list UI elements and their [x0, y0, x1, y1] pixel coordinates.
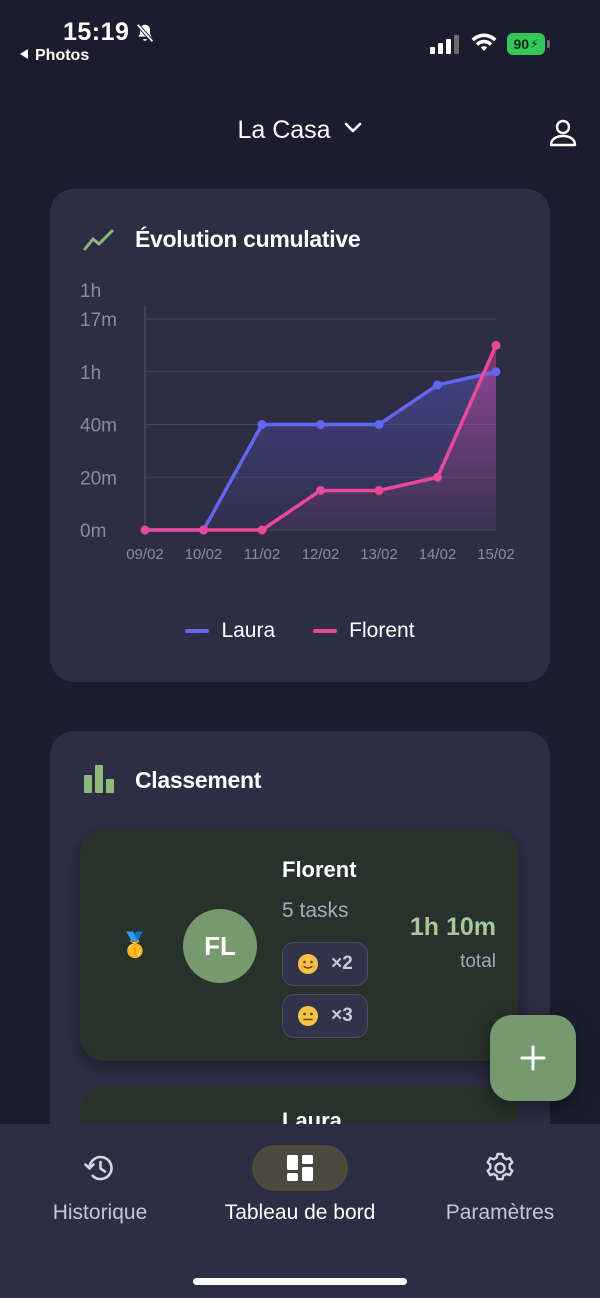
legend-item-laura: Laura — [185, 619, 275, 643]
household-title: La Casa — [237, 116, 331, 144]
avatar-initials: FL — [204, 930, 236, 961]
gold-medal-icon: 🥇 — [120, 932, 150, 959]
x-tick-label: 09/02 — [126, 546, 164, 563]
data-point-florent — [257, 525, 267, 535]
ranking-card-title: Classement — [135, 767, 262, 793]
back-label: Photos — [35, 47, 90, 64]
battery-icon: 90 ⚡ — [507, 33, 551, 55]
home-indicator — [193, 1278, 407, 1285]
nav-item-settings[interactable]: Paramètres — [400, 1124, 600, 1244]
nav-label-dashboard: Tableau de bord — [224, 1201, 376, 1224]
chart-legend: Laura Florent — [50, 619, 550, 643]
avatar: FL — [183, 909, 257, 983]
x-tick-label: 11/02 — [244, 546, 280, 563]
legend-item-florent: Florent — [313, 619, 415, 643]
household-selector[interactable]: La Casa — [0, 116, 600, 145]
settings-icon — [486, 1152, 514, 1181]
ranking-task-count: 5 tasks — [282, 899, 349, 922]
data-point-florent — [199, 525, 208, 535]
y-tick-label: 0m — [80, 521, 106, 542]
nav-label-settings: Paramètres — [445, 1201, 555, 1224]
data-point-florent — [491, 340, 501, 350]
nav-item-history[interactable]: Historique — [0, 1124, 200, 1244]
data-point-florent — [433, 472, 442, 482]
chevron-down-icon — [344, 122, 361, 133]
data-point-florent — [316, 485, 325, 495]
data-point-laura — [257, 420, 267, 429]
signal-icon — [430, 35, 459, 54]
data-point-florent — [140, 525, 150, 535]
data-point-laura — [374, 420, 384, 429]
data-point-laura — [316, 420, 325, 429]
ranking-total-time: 1h 10m — [409, 913, 496, 941]
plus-icon — [520, 1045, 546, 1071]
bottom-nav: Historique Tableau de bord Paramètres — [0, 1124, 600, 1298]
mood-count-neutral: ×3 — [331, 1005, 353, 1026]
cumulative-chart-card: Évolution cumulative 0m 20m 40m 1h 1h 17m 09/… — [50, 189, 550, 682]
y-tick-label: 20m — [80, 468, 117, 489]
bar-chart-icon — [84, 765, 114, 793]
back-to-photos-link[interactable]: Photos — [20, 47, 89, 65]
x-tick-label: 15/02 — [477, 546, 515, 563]
ranking-name: Florent — [282, 857, 357, 882]
status-bar: 15:19 Photos 90 ⚡ — [0, 0, 600, 72]
history-icon — [84, 1155, 113, 1181]
x-tick-label: 13/02 — [360, 546, 398, 563]
legend-label-florent: Florent — [349, 619, 415, 642]
mood-count-happy: ×2 — [331, 953, 353, 974]
data-point-florent — [374, 485, 384, 495]
battery-level: 90 — [513, 36, 530, 52]
ranking-item[interactable]: 🥇 FL Florent 5 tasks ×2 ×3 1h 10m total — [80, 829, 518, 1061]
nav-label-history: Historique — [52, 1201, 148, 1224]
cumulative-chart: 0m 20m 40m 1h 1h 17m 09/02 10/02 11/02 12/02 13/0… — [80, 281, 515, 563]
y-tick-label: 1h — [80, 281, 101, 302]
y-tick-label: 17m — [80, 310, 117, 331]
y-tick-label: 1h — [80, 363, 101, 384]
data-point-laura — [491, 367, 501, 377]
legend-swatch-laura — [185, 629, 210, 633]
data-point-laura — [433, 380, 442, 390]
wifi-icon — [471, 33, 497, 51]
dashboard-icon — [287, 1155, 313, 1181]
nav-item-dashboard[interactable]: Tableau de bord — [200, 1124, 400, 1244]
add-task-button[interactable] — [490, 1015, 576, 1101]
ranking-total-label: total — [460, 951, 496, 972]
x-tick-label: 12/02 — [302, 546, 340, 563]
legend-swatch-florent — [313, 629, 338, 633]
status-time: 15:19 — [63, 18, 130, 46]
mood-chip-neutral: ×3 — [282, 994, 368, 1038]
mood-chip-happy: ×2 — [282, 942, 368, 986]
neutral-face-icon — [298, 1006, 319, 1026]
x-tick-label: 10/02 — [185, 546, 223, 563]
bell-muted-icon — [136, 23, 154, 43]
profile-icon[interactable] — [547, 117, 579, 149]
legend-label-laura: Laura — [221, 619, 276, 642]
x-tick-label: 14/02 — [419, 546, 457, 563]
y-tick-label: 40m — [80, 416, 117, 437]
smiling-face-icon — [298, 954, 319, 974]
